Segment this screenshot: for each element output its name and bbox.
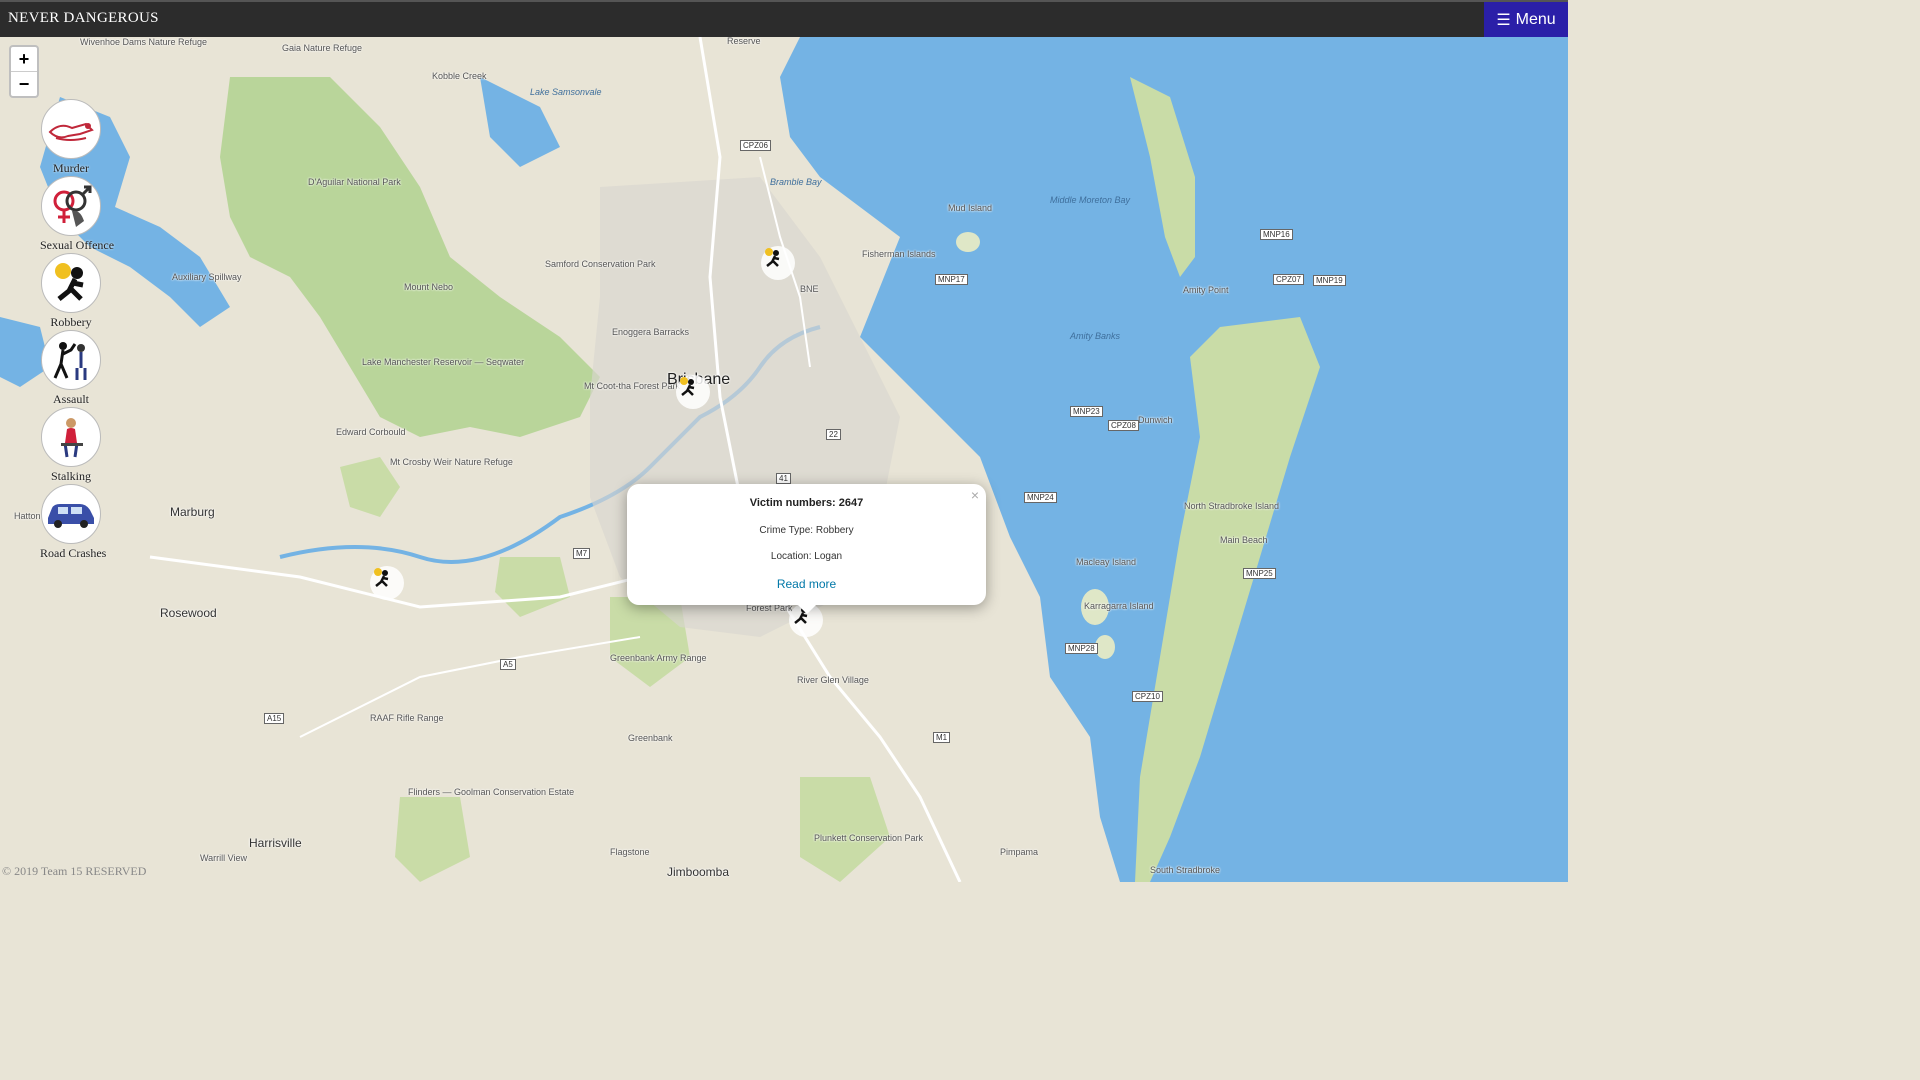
place-label: RAAF Rifle Range xyxy=(370,713,444,723)
place-label: Mt Crosby Weir Nature Refuge xyxy=(390,457,513,467)
place-label: Samford Conservation Park xyxy=(545,259,656,269)
place-label: Plunkett Conservation Park xyxy=(814,833,924,843)
place-label: Mud Island xyxy=(948,203,993,213)
place-label: Dunwich xyxy=(1138,415,1173,425)
category-stalking[interactable]: Stalking xyxy=(40,407,102,484)
robbery-icon xyxy=(374,568,389,587)
zoom-out-button[interactable]: − xyxy=(11,72,37,96)
place-label: Mount Nebo xyxy=(404,282,454,292)
popup-crime-type: Crime Type: Robbery xyxy=(759,525,854,536)
place-label: Amity Point xyxy=(1183,285,1229,295)
place-label: North Stradbroke Island xyxy=(1184,501,1280,511)
category-label: Murder xyxy=(53,161,89,175)
place-label: Fisherman Islands xyxy=(862,249,936,259)
road-shield: 22 xyxy=(826,429,841,440)
category-assault[interactable]: Assault xyxy=(40,330,102,407)
road-shield: CPZ10 xyxy=(1132,691,1163,702)
robbery-icon xyxy=(41,253,101,313)
place-label: D'Aguilar National Park xyxy=(308,177,401,187)
road-shield: M7 xyxy=(573,548,591,559)
place-label: Amity Banks xyxy=(1070,331,1121,341)
road-shield: A15 xyxy=(264,713,285,724)
category-sexual-offence[interactable]: Sexual Offence xyxy=(40,176,115,253)
zoom-in-button[interactable]: + xyxy=(11,47,37,72)
place-label: Reserve xyxy=(727,37,761,46)
place-label: Macleay Island xyxy=(1076,557,1137,567)
place-label: South Stradbroke xyxy=(1150,865,1221,875)
place-label: Pimpama xyxy=(1000,847,1039,857)
place-label: BNE xyxy=(800,284,819,294)
assault-icon xyxy=(41,330,101,390)
road-shield: 41 xyxy=(776,473,791,484)
road-shield: CPZ06 xyxy=(740,140,771,151)
road-shield: MNP17 xyxy=(935,274,968,285)
robbery-marker-ipswich[interactable] xyxy=(370,566,404,600)
road-shield: MNP25 xyxy=(1243,568,1276,579)
place-label: Harrisville xyxy=(249,836,302,850)
road-shield: CPZ07 xyxy=(1273,274,1304,285)
stalking-icon xyxy=(41,407,101,467)
crime-popup: × Victim numbers: 2647 Crime Type: Robbe… xyxy=(627,484,986,605)
place-label: River Glen Village xyxy=(797,675,869,685)
popup-close-button[interactable]: × xyxy=(971,487,979,503)
popup-title: Victim numbers: 2647 xyxy=(749,497,864,509)
robbery-icon xyxy=(765,248,780,267)
robbery-marker-brisbane[interactable] xyxy=(676,375,710,409)
category-road-crashes[interactable]: Road Crashes xyxy=(40,484,107,561)
place-label: Marburg xyxy=(170,505,215,519)
category-murder[interactable]: Murder xyxy=(40,99,102,176)
popup-tip xyxy=(797,604,817,614)
category-label: Road Crashes xyxy=(40,546,107,560)
road-shield: MNP23 xyxy=(1070,406,1103,417)
category-robbery[interactable]: Robbery xyxy=(40,253,102,330)
place-label: Main Beach xyxy=(1220,535,1268,545)
road-shield: CPZ08 xyxy=(1108,420,1139,431)
menu-button[interactable]: ☰ Menu xyxy=(1484,2,1568,37)
place-label: Lake Samsonvale xyxy=(530,87,602,97)
place-label: Kobble Creek xyxy=(432,71,487,81)
place-label: Jimboomba xyxy=(667,865,730,879)
place-label: Karragarra Island xyxy=(1084,601,1154,611)
place-label: Middle Moreton Bay xyxy=(1050,195,1131,205)
place-label: Lake Manchester Reservoir — Seqwater xyxy=(362,357,525,367)
road-shield: MNP28 xyxy=(1065,643,1098,654)
category-label: Robbery xyxy=(50,315,92,329)
place-label: Gaia Nature Refuge xyxy=(282,43,363,53)
footer-copyright: © 2019 Team 15 RESERVED xyxy=(2,864,147,878)
menu-label: Menu xyxy=(1515,10,1556,28)
road-shield: M1 xyxy=(933,732,951,743)
road-shield: A5 xyxy=(500,659,516,670)
place-label: Warrill View xyxy=(200,853,248,863)
car-icon xyxy=(41,484,101,544)
road-shield: MNP24 xyxy=(1024,492,1057,503)
place-label: Mt Coot-tha Forest Park xyxy=(584,381,681,391)
category-label: Assault xyxy=(53,392,89,406)
road-shield: MNP16 xyxy=(1260,229,1293,240)
place-label: Flinders — Goolman Conservation Estate xyxy=(408,787,575,797)
sexual-offence-icon xyxy=(41,176,101,236)
murder-icon xyxy=(41,99,101,159)
hamburger-icon: ☰ xyxy=(1496,11,1511,29)
robbery-icon xyxy=(680,377,695,396)
place-label: Rosewood xyxy=(160,606,217,620)
place-label: Edward Corbould xyxy=(336,427,406,437)
place-label: Wivenhoe Dams Nature Refuge xyxy=(80,37,208,47)
category-label: Stalking xyxy=(50,469,91,483)
place-label: Greenbank Army Range xyxy=(610,653,707,663)
place-label: Bramble Bay xyxy=(770,177,822,187)
place-label: Flagstone xyxy=(610,847,650,857)
category-label: Sexual Offence xyxy=(40,238,115,252)
place-label: Auxiliary Spillway xyxy=(172,272,242,282)
map-canvas[interactable]: Wivenhoe Dams Nature Refuge Gaia Nature … xyxy=(0,37,1568,882)
popup-location: Location: Logan xyxy=(770,551,843,562)
brand-title[interactable]: NEVER DANGEROUS xyxy=(8,10,159,27)
top-navbar: NEVER DANGEROUS ☰ Menu xyxy=(0,0,1568,37)
robbery-marker-airport[interactable] xyxy=(761,246,795,280)
road-shield: MNP19 xyxy=(1313,275,1346,286)
read-more-link[interactable]: Read more xyxy=(627,577,986,591)
map-tiles xyxy=(0,37,1568,882)
place-label: Enoggera Barracks xyxy=(612,327,690,337)
place-label: Greenbank xyxy=(628,733,673,743)
zoom-control: + − xyxy=(9,45,39,98)
